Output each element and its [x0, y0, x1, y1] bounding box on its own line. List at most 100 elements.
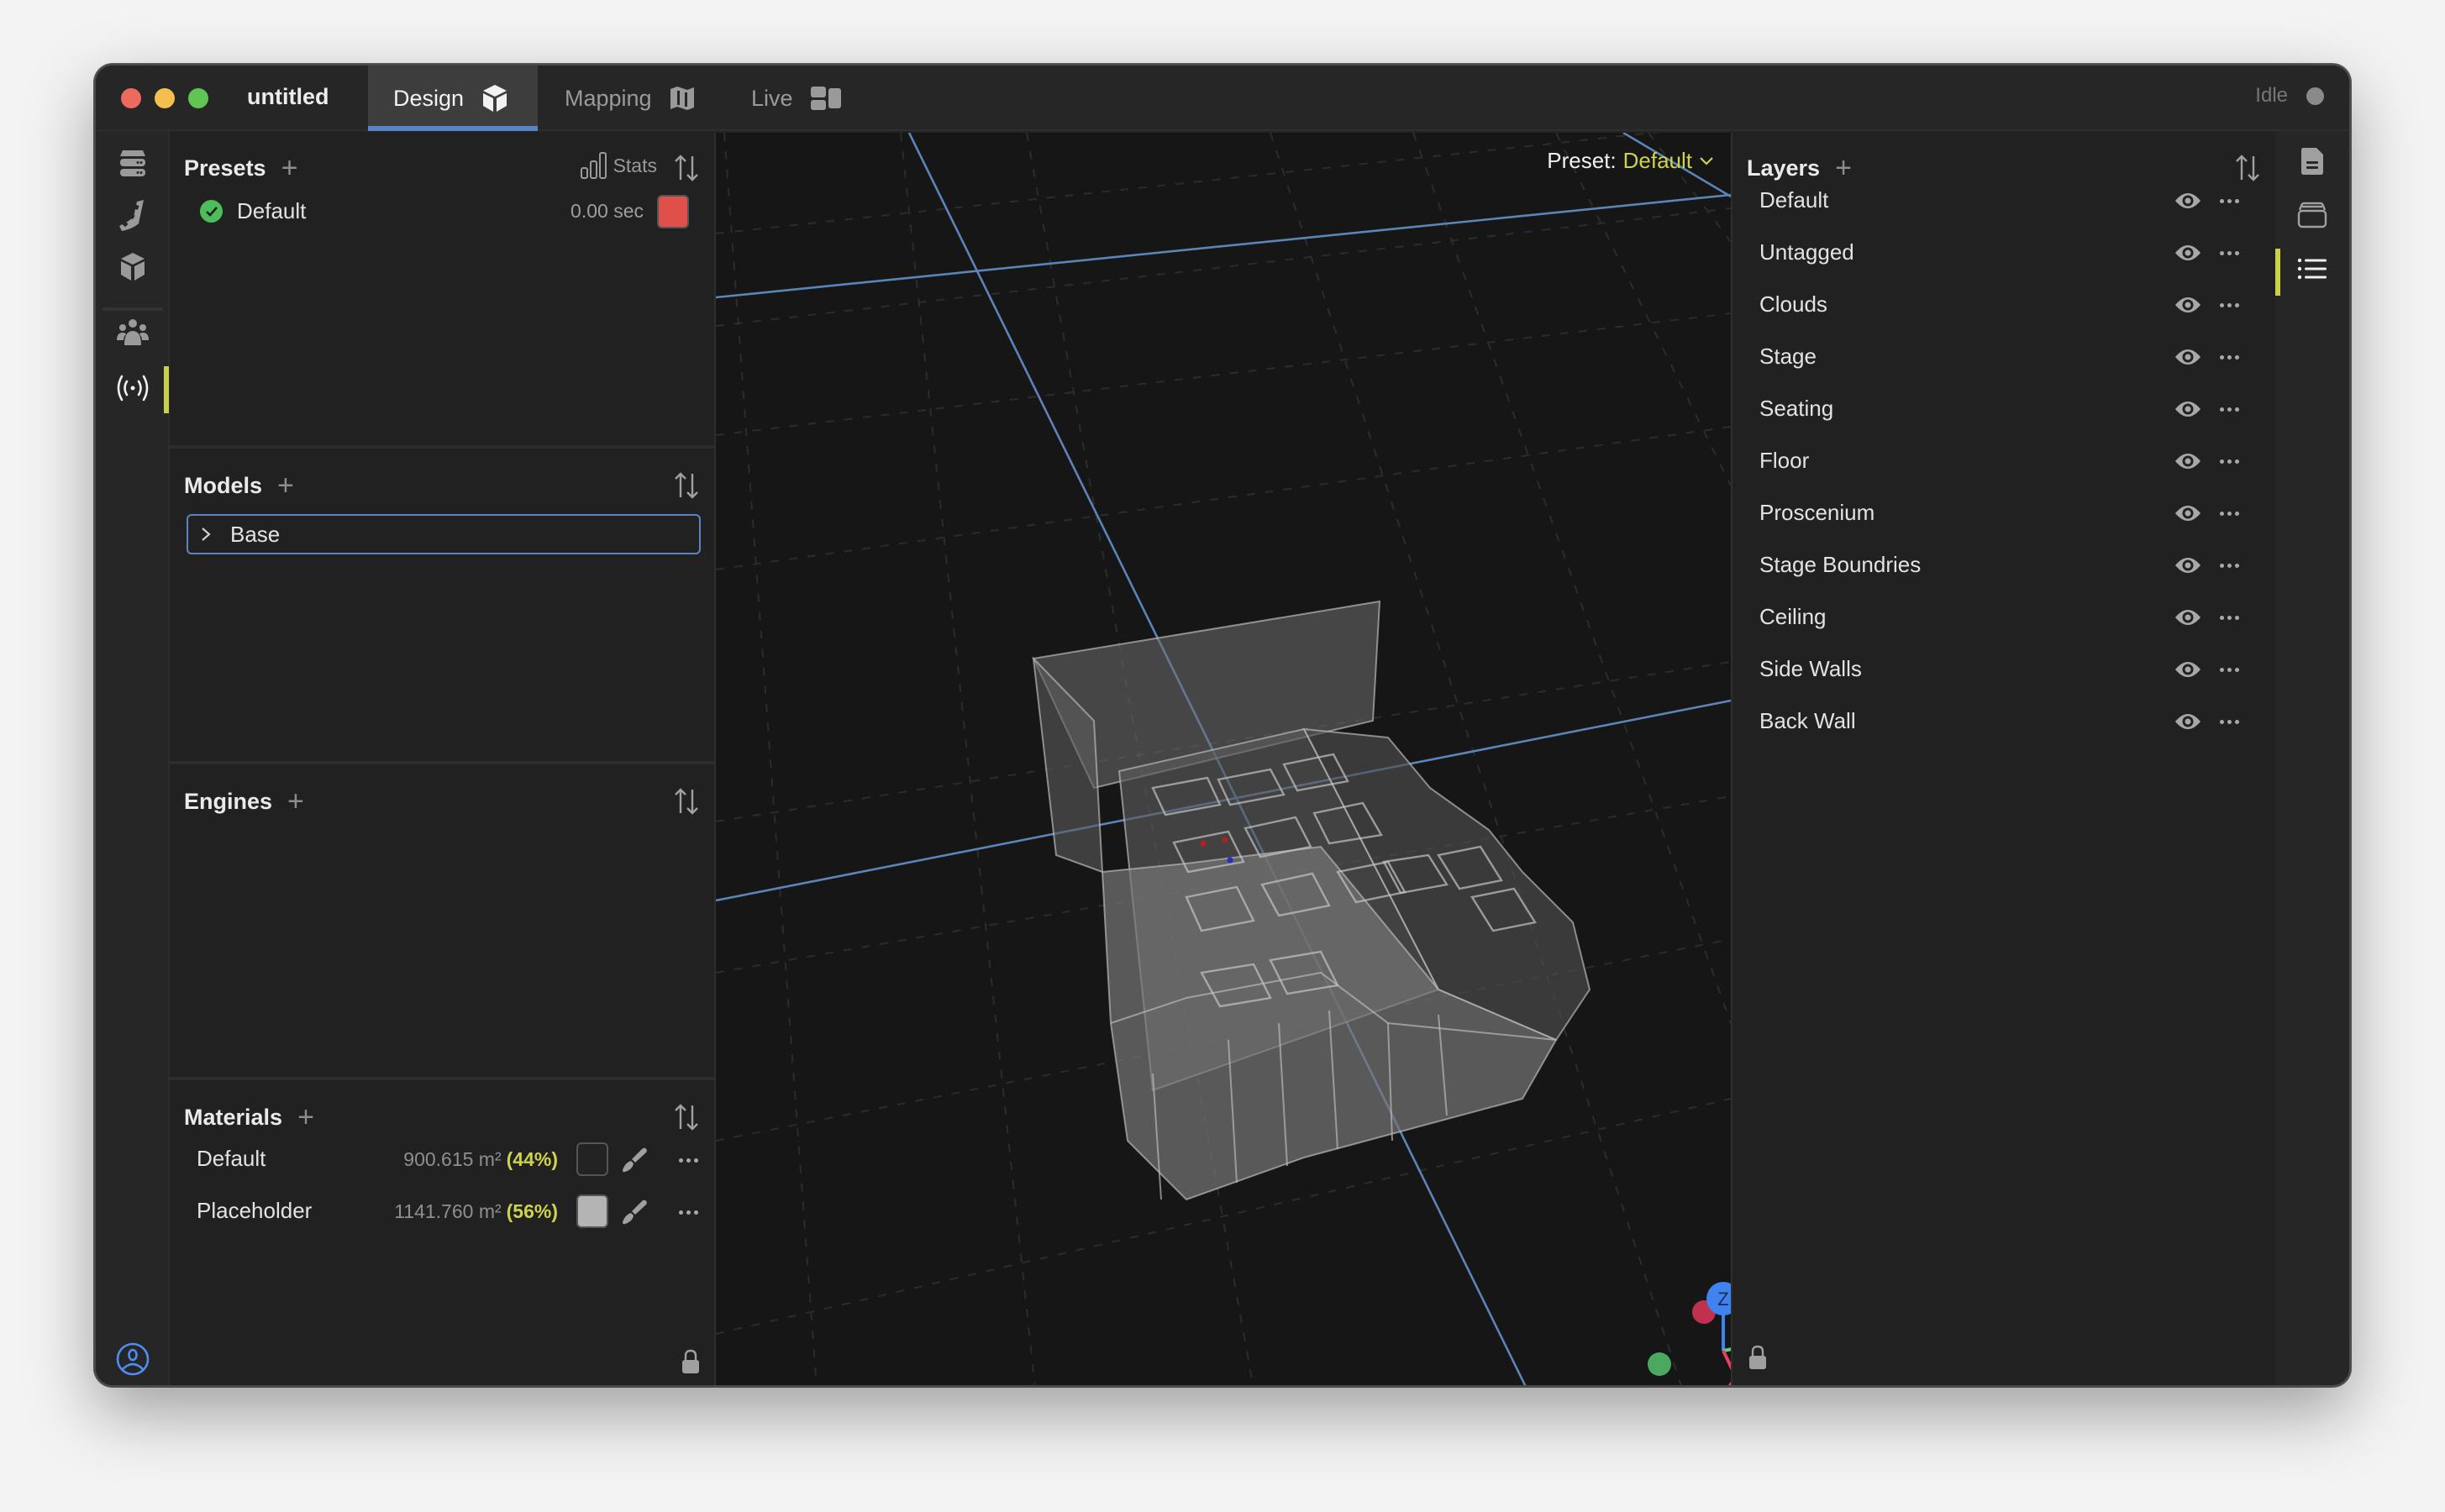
live-layout-icon: [810, 87, 841, 110]
eye-icon[interactable]: [2174, 658, 2201, 681]
eye-icon[interactable]: [2174, 293, 2201, 317]
right-tool-rail: [2275, 131, 2349, 1385]
eye-icon[interactable]: [2174, 397, 2201, 421]
layer-row[interactable]: Untagged: [1733, 227, 2275, 279]
preset-row[interactable]: Default 0.00 sec: [170, 185, 714, 235]
check-circle-icon: [200, 200, 223, 223]
material-name: Default: [197, 1146, 266, 1171]
material-row[interactable]: Placeholder 1141.760 m² (56%): [170, 1186, 714, 1236]
add-model-button[interactable]: +: [277, 471, 294, 500]
eye-icon[interactable]: [2174, 710, 2201, 733]
presets-title: Presets: [184, 155, 266, 181]
add-engine-button[interactable]: +: [287, 787, 304, 816]
materials-header: Materials +: [184, 1100, 701, 1134]
eye-icon[interactable]: [2174, 606, 2201, 629]
presets-header: Presets + Stats: [184, 151, 701, 185]
preset-name: Default: [237, 198, 307, 223]
layer-row[interactable]: Seating: [1733, 383, 2275, 435]
layer-name: Side Walls: [1759, 656, 1862, 681]
stats-button[interactable]: Stats: [580, 151, 657, 180]
chevron-down-icon: [1700, 156, 1713, 165]
zoom-window-button[interactable]: [188, 88, 208, 108]
tab-mapping[interactable]: Mapping: [565, 66, 696, 131]
eye-icon[interactable]: [2174, 345, 2201, 369]
material-percent: (44%): [506, 1148, 558, 1170]
eye-icon[interactable]: [2174, 241, 2201, 265]
model-row[interactable]: Base: [187, 514, 701, 554]
sort-icon[interactable]: [672, 470, 701, 501]
more-options-button[interactable]: [2216, 240, 2242, 265]
orientation-gizmo[interactable]: Z Y X: [1625, 1258, 1731, 1385]
engines-title: Engines: [184, 788, 273, 814]
material-row[interactable]: Default 900.615 m² (44%): [170, 1134, 714, 1184]
layer-row[interactable]: Stage Boundries: [1733, 539, 2275, 591]
eye-icon[interactable]: [2174, 449, 2201, 473]
minimize-window-button[interactable]: [155, 88, 175, 108]
status-indicator: [2306, 87, 2324, 105]
more-options-button[interactable]: [676, 1200, 701, 1225]
sort-icon[interactable]: [672, 153, 701, 183]
layer-row[interactable]: Back Wall: [1733, 696, 2275, 748]
layer-row[interactable]: Default: [1733, 175, 2275, 227]
add-preset-button[interactable]: +: [281, 154, 298, 182]
layer-row[interactable]: Side Walls: [1733, 643, 2275, 696]
models-section: Models + Base: [170, 450, 714, 764]
more-options-button[interactable]: [2216, 449, 2242, 474]
eye-icon[interactable]: [2174, 501, 2201, 525]
lock-icon[interactable]: [681, 1349, 701, 1374]
account-icon[interactable]: [116, 1342, 150, 1376]
close-window-button[interactable]: [121, 88, 141, 108]
more-options-button[interactable]: [2216, 553, 2242, 578]
models-header: Models +: [184, 469, 701, 502]
preset-dropdown-label: Preset:: [1547, 148, 1617, 173]
layer-row[interactable]: Floor: [1733, 435, 2275, 487]
paintbrush-icon[interactable]: [620, 1198, 649, 1226]
more-options-button[interactable]: [2216, 344, 2242, 370]
preset-dropdown[interactable]: Preset: Default: [1547, 148, 1714, 174]
material-percent: (56%): [506, 1200, 558, 1222]
tab-design[interactable]: Design: [368, 66, 538, 131]
map-icon: [670, 87, 694, 110]
add-material-button[interactable]: +: [297, 1103, 314, 1131]
more-options-button[interactable]: [2216, 188, 2242, 213]
eye-icon[interactable]: [2174, 554, 2201, 577]
preset-color-swatch[interactable]: [657, 195, 689, 228]
layer-row[interactable]: Ceiling: [1733, 591, 2275, 643]
chevron-right-icon[interactable]: [200, 526, 212, 543]
curved-array-icon[interactable]: [116, 198, 150, 232]
layer-row[interactable]: Clouds: [1733, 279, 2275, 331]
material-color-swatch[interactable]: [576, 1142, 608, 1176]
neg-y-handle[interactable]: [1648, 1352, 1671, 1376]
layer-row[interactable]: Stage: [1733, 331, 2275, 383]
more-options-button[interactable]: [2216, 501, 2242, 526]
layer-name: Ceiling: [1759, 604, 1827, 629]
list-icon[interactable]: [2295, 252, 2329, 286]
lock-icon[interactable]: [1748, 1345, 1768, 1370]
sort-icon[interactable]: [672, 786, 701, 816]
scene-canvas[interactable]: [716, 133, 1731, 1385]
3d-viewport[interactable]: Preset: Default Z Y X: [716, 133, 1731, 1385]
cube-icon[interactable]: [116, 250, 150, 284]
more-options-button[interactable]: [2216, 396, 2242, 422]
layer-row[interactable]: Proscenium: [1733, 487, 2275, 539]
layers-panel: Layers + Default Untagged Clouds Stage Seati…: [1731, 133, 2277, 1385]
title-bar: untitled Design Mapping Live Idle: [96, 66, 2349, 131]
rail-active-indicator: [2275, 249, 2280, 296]
rail-divider: [103, 307, 163, 311]
more-options-button[interactable]: [2216, 709, 2242, 734]
material-color-swatch[interactable]: [576, 1194, 608, 1228]
more-options-button[interactable]: [2216, 605, 2242, 630]
tab-live[interactable]: Live: [751, 66, 842, 131]
audience-icon[interactable]: [116, 316, 150, 349]
more-options-button[interactable]: [676, 1147, 701, 1173]
document-icon[interactable]: [2295, 144, 2329, 178]
materials-section: Materials + Default 900.615 m² (44%) Plac…: [170, 1082, 714, 1385]
more-options-button[interactable]: [2216, 657, 2242, 682]
paintbrush-icon[interactable]: [620, 1146, 649, 1174]
archive-tray-icon[interactable]: [2295, 198, 2329, 232]
broadcast-icon[interactable]: [116, 371, 150, 405]
server-stack-icon[interactable]: [116, 146, 150, 180]
sort-icon[interactable]: [672, 1102, 701, 1132]
more-options-button[interactable]: [2216, 292, 2242, 318]
eye-icon[interactable]: [2174, 189, 2201, 213]
